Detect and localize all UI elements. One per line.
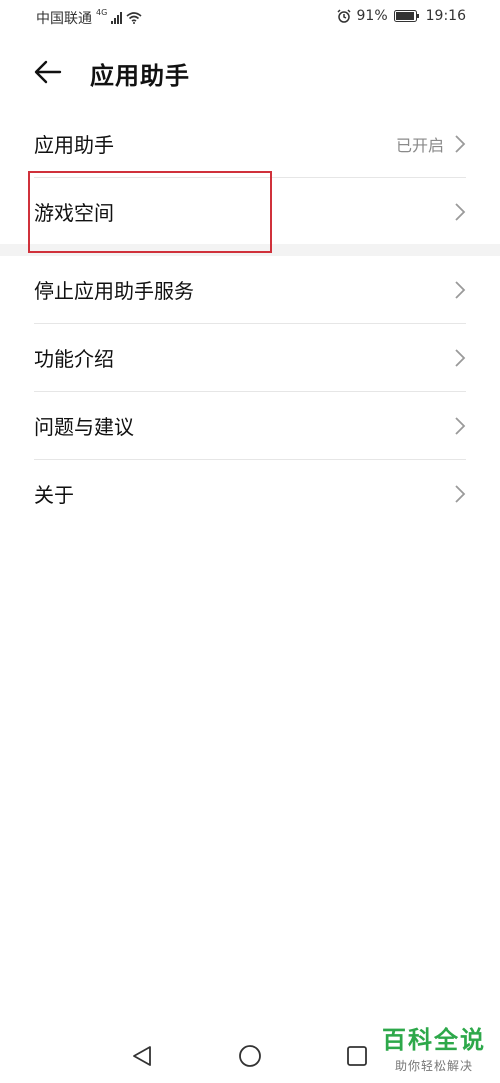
page-title: 应用助手 [90, 62, 190, 90]
chevron-right-icon [454, 134, 466, 154]
carrier-name: 中国联通 [36, 11, 92, 27]
app-header: 应用助手 [0, 34, 500, 110]
status-bar: 中国联通 4G 91% 19:16 [0, 0, 500, 34]
arrow-left-icon [32, 60, 64, 90]
settings-group-secondary: 停止应用助手服务 功能介绍 问题与建议 关于 [0, 256, 500, 527]
clock-time: 19:16 [425, 8, 466, 24]
settings-group-primary: 应用助手 已开启 游戏空间 [0, 110, 500, 245]
watermark-title: 百科全说 [382, 1026, 486, 1054]
status-left: 中国联通 4G [36, 8, 142, 28]
list-item-game-space[interactable]: 游戏空间 [34, 178, 466, 245]
list-item-label: 功能介绍 [34, 347, 114, 371]
nav-recents-icon[interactable] [346, 1045, 368, 1071]
list-item-feedback[interactable]: 问题与建议 [34, 392, 466, 460]
list-item-app-assistant[interactable]: 应用助手 已开启 [34, 110, 466, 178]
nav-home-icon[interactable] [238, 1044, 262, 1072]
alarm-icon [336, 9, 351, 23]
chevron-right-icon [454, 280, 466, 300]
watermark-subtitle: 助你轻松解决 [394, 1059, 473, 1073]
wifi-icon [126, 12, 142, 24]
list-item-about[interactable]: 关于 [34, 460, 466, 527]
list-item-label: 应用助手 [34, 133, 114, 157]
list-item-label: 关于 [34, 483, 74, 507]
battery-icon [393, 10, 420, 22]
list-item-feature-intro[interactable]: 功能介绍 [34, 324, 466, 392]
nav-back-icon[interactable] [130, 1044, 154, 1072]
list-item-label: 游戏空间 [34, 201, 114, 225]
section-divider [0, 244, 500, 256]
watermark-logo: 百科全说 助你轻松解决 [374, 1020, 494, 1076]
signal-icon [111, 12, 123, 24]
list-item-stop-service[interactable]: 停止应用助手服务 [34, 256, 466, 324]
network-type: 4G [96, 8, 108, 17]
chevron-right-icon [454, 484, 466, 504]
status-text: 已开启 [395, 135, 444, 155]
back-button[interactable] [32, 58, 64, 86]
chevron-right-icon [454, 416, 466, 436]
list-item-label: 停止应用助手服务 [34, 279, 194, 303]
status-right: 91% 19:16 [336, 8, 466, 24]
list-item-label: 问题与建议 [34, 415, 134, 439]
chevron-right-icon [454, 348, 466, 368]
chevron-right-icon [454, 202, 466, 222]
battery-percent: 91% [356, 8, 388, 24]
